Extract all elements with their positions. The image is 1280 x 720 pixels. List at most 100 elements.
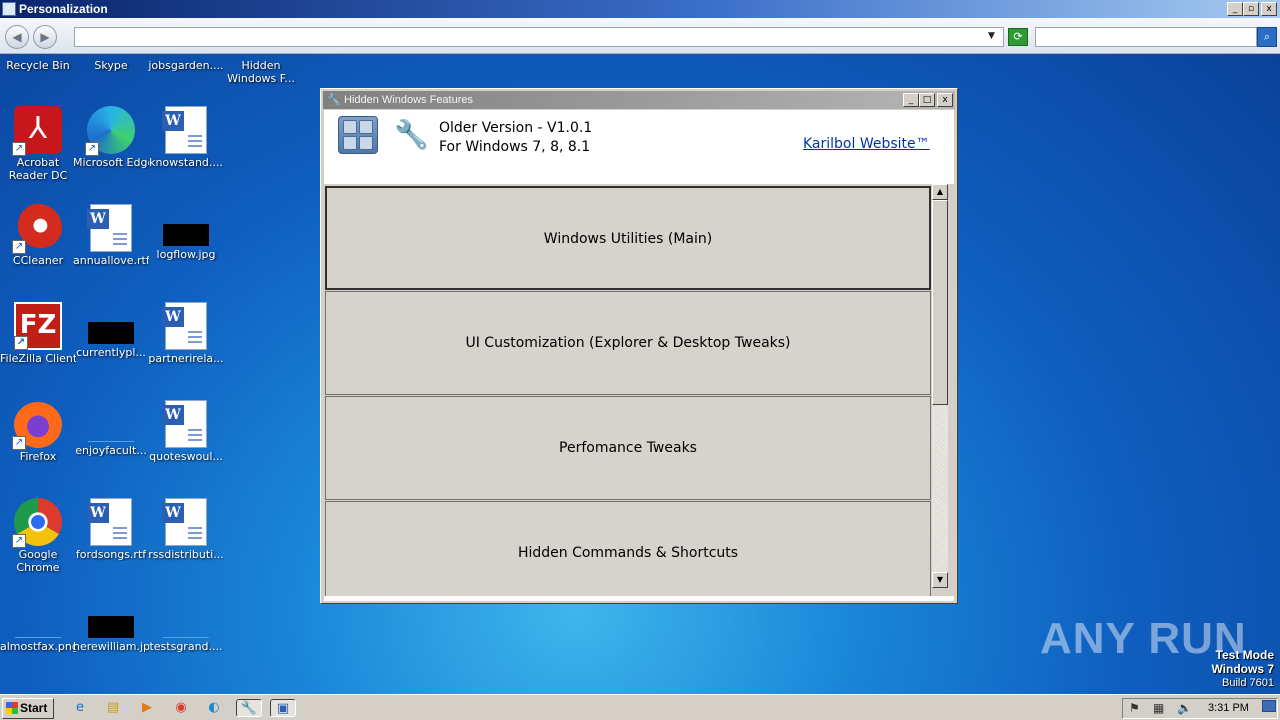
word-document-icon: W (162, 498, 207, 546)
ui-customization-button[interactable]: UI Customization (Explorer & Desktop Twe… (325, 291, 931, 395)
desktop-icon-edge[interactable]: ↗ Microsoft Edge (73, 106, 149, 169)
app-title: Hidden Windows Features (344, 94, 474, 106)
word-document-icon: W (162, 106, 207, 154)
hidden-features-icon[interactable]: 🔧 (236, 699, 262, 717)
search-input[interactable] (1035, 27, 1257, 47)
edge-icon: ↗ (85, 106, 135, 156)
image-thumbnail-icon (163, 224, 209, 246)
personalization-icon (2, 2, 16, 16)
search-icon[interactable]: ⌕ (1257, 27, 1277, 47)
desktop-icon-firefox[interactable]: ↗ Firefox (0, 400, 76, 463)
word-document-icon: W (87, 204, 132, 252)
scroll-down-icon[interactable]: ▼ (932, 572, 948, 588)
desktop-icon-fordsongs[interactable]: W fordsongs.rtf (73, 498, 149, 561)
action-center-flag-icon[interactable]: ⚑ (1129, 701, 1140, 715)
desktop-icon-label: rssdistributi... (148, 548, 224, 561)
desktop-icon-quoteswoul[interactable]: W quoteswoul... (148, 400, 224, 463)
minimize-button[interactable]: _ (1227, 2, 1243, 16)
desktop-icon-annuallove[interactable]: W annuallove.rtf (73, 204, 149, 267)
app-minimize-button[interactable]: _ (903, 93, 919, 107)
website-link[interactable]: Karilbol Website™ (803, 136, 930, 152)
word-document-icon: W (87, 498, 132, 546)
desktop-icon-label: logflow.jpg (156, 248, 216, 261)
desktop-icon-rssdistributi[interactable]: W rssdistributi... (148, 498, 224, 561)
app-titlebar[interactable]: 🔧 Hidden Windows Features _ □ x (323, 91, 955, 109)
desktop-icon-label: Firefox (19, 450, 57, 463)
test-mode-notice: Test Mode Windows 7 Build 7601 (1211, 648, 1274, 690)
remote-icon[interactable]: ▣ (270, 699, 296, 717)
image-thumbnail-icon (163, 616, 209, 638)
desktop-icon-label: FileZilla Client (0, 352, 76, 365)
image-thumbnail-icon (88, 322, 134, 344)
desktop-icon-currentlypl[interactable]: currentlypl... (73, 302, 149, 359)
acrobat-icon: ⅄ ↗ (12, 106, 62, 156)
image-thumbnail-icon (88, 616, 134, 638)
shortcut-arrow-icon: ↗ (12, 142, 26, 156)
vertical-scrollbar[interactable]: ▲ ▼ (932, 184, 948, 588)
app-maximize-button[interactable]: □ (919, 93, 935, 107)
start-button[interactable]: Start (2, 698, 54, 719)
refresh-button[interactable]: ⟳ (1008, 28, 1028, 46)
desktop-icon-herewilliam[interactable]: herewilliam.jpg (73, 596, 149, 653)
ie-icon[interactable]: e (70, 699, 90, 717)
image-thumbnail-icon (15, 616, 61, 638)
desktop-icon-label: enjoyfacult... (75, 444, 147, 457)
explorer-icon[interactable]: ▤ (103, 699, 123, 717)
desktop-icon-filezilla[interactable]: FZ ↗ FileZilla Client (0, 302, 76, 365)
desktop-icon-acrobat[interactable]: ⅄ ↗ Acrobat Reader DC (0, 106, 76, 182)
shortcut-arrow-icon: ↗ (12, 534, 26, 548)
desktop-icon-ccleaner[interactable]: ↗ CCleaner (0, 204, 76, 267)
desktop-icon-label: Microsoft Edge (73, 156, 149, 169)
chrome-icon[interactable]: ◉ (171, 699, 191, 717)
desktop-icon-chrome[interactable]: ↗ Google Chrome (0, 498, 76, 574)
ccleaner-icon: ↗ (12, 204, 62, 254)
desktop-icon-knowstand[interactable]: W knowstand.... (148, 106, 224, 169)
test-mode-line3: Build 7601 (1222, 677, 1274, 689)
address-dropdown-icon[interactable]: ▼ (988, 31, 995, 41)
close-button[interactable]: x (1261, 2, 1277, 16)
version-label: Older Version - V1.0.1 (439, 120, 593, 136)
desktop-icon-label: Google Chrome (16, 548, 60, 574)
desktop-icon-hidden-windows-features[interactable]: Hidden Windows F... (223, 59, 299, 85)
show-desktop-icon[interactable] (1262, 700, 1276, 712)
desktop-icon-logflow[interactable]: logflow.jpg (148, 204, 224, 261)
desktop-icon-almostfax[interactable]: almostfax.png (0, 596, 76, 653)
performance-tweaks-button[interactable]: Perfomance Tweaks (325, 396, 931, 500)
shortcut-arrow-icon: ↗ (12, 240, 26, 254)
chrome-icon: ↗ (12, 498, 62, 548)
shortcut-arrow-icon: ↗ (12, 436, 26, 450)
start-label: Start (20, 701, 48, 715)
forward-button[interactable]: ▶ (33, 25, 57, 49)
media-player-icon[interactable]: ▶ (137, 699, 157, 717)
desktop-icon-recycle-bin[interactable]: Recycle Bin (0, 59, 76, 72)
wrench-icon: 🔧 (327, 93, 341, 106)
scroll-up-icon[interactable]: ▲ (932, 184, 948, 200)
volume-icon[interactable]: 🔈 (1177, 701, 1192, 715)
desktop-icon-label: herewilliam.jpg (73, 640, 149, 653)
scrollbar-thumb[interactable] (932, 200, 948, 405)
address-toolbar: ◀ ▶ ▼ ⟳ ⌕ (0, 18, 1280, 54)
app-logo-icon (338, 116, 378, 154)
edge-icon[interactable]: ◐ (204, 699, 224, 717)
desktop-icon-label: jobsgarden.... (148, 59, 224, 72)
desktop-icon-partnerirela[interactable]: W partnerirela... (148, 302, 224, 365)
desktop-icon-enjoyfacult[interactable]: enjoyfacult... (73, 400, 149, 457)
windows-flag-icon (6, 702, 18, 714)
app-close-button[interactable]: x (937, 93, 953, 107)
address-field[interactable] (74, 27, 1004, 47)
desktop-icon-label: annuallove.rtf (73, 254, 149, 267)
feature-menu-list: Windows Utilities (Main) UI Customizatio… (324, 184, 954, 596)
desktop-icon-label: quoteswoul... (149, 450, 223, 463)
back-button[interactable]: ◀ (5, 25, 29, 49)
hidden-commands-button[interactable]: Hidden Commands & Shortcuts (325, 501, 931, 596)
restore-button[interactable]: ▫ (1243, 2, 1259, 16)
compatibility-label: For Windows 7, 8, 8.1 (439, 139, 591, 155)
desktop-icon-testsgrand[interactable]: testsgrand.... (148, 596, 224, 653)
desktop-icon-skype[interactable]: Skype (73, 59, 149, 72)
desktop-icon-jobsgarden[interactable]: jobsgarden.... (148, 59, 224, 72)
system-tray: ⚑ ▦ 🔈 (1122, 698, 1278, 719)
network-icon[interactable]: ▦ (1153, 701, 1164, 715)
clock[interactable]: 3:31 PM (1208, 702, 1249, 714)
explorer-titlebar: Personalization _ ▫ x (0, 0, 1280, 18)
windows-utilities-button[interactable]: Windows Utilities (Main) (325, 186, 931, 290)
